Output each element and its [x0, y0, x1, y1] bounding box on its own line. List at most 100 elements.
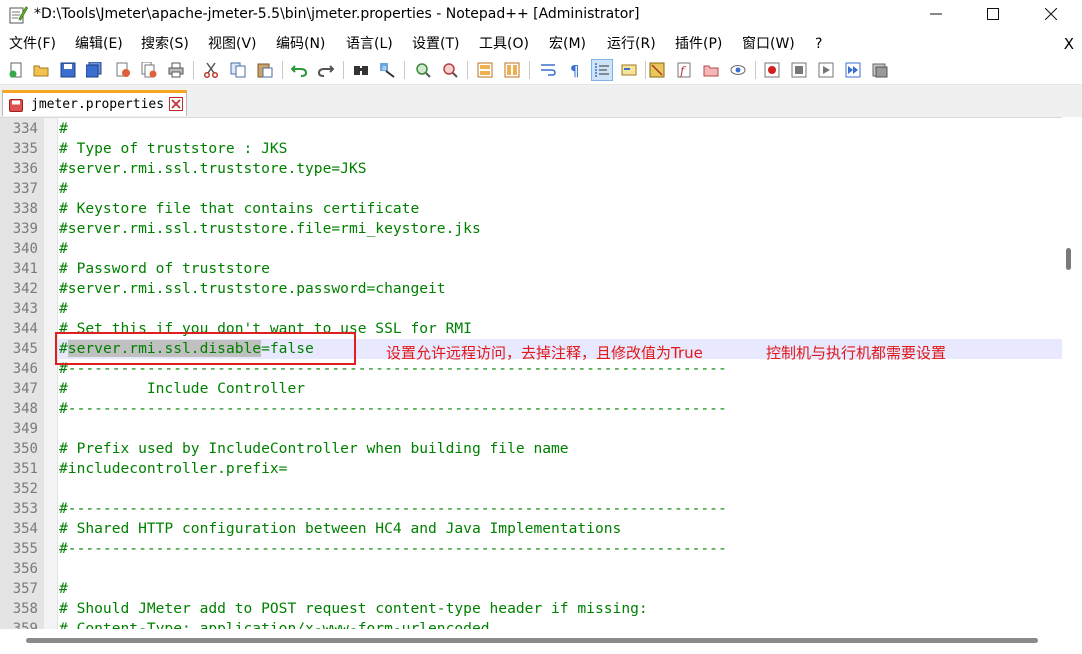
- minimize-button[interactable]: [907, 0, 965, 28]
- menu-edit[interactable]: 编辑(E): [75, 35, 123, 53]
- code-line: 342 #server.rmi.ssl.truststore.password=c…: [0, 279, 1062, 299]
- menu-run[interactable]: 运行(R): [607, 35, 656, 53]
- line-number: 347: [12, 381, 38, 397]
- code-line: 348 #------------------------------------…: [0, 399, 1062, 419]
- user-language-icon[interactable]: [619, 60, 639, 80]
- vertical-scroll-thumb[interactable]: [1066, 248, 1071, 270]
- code-text: #: [59, 180, 68, 197]
- line-number: 341: [12, 261, 38, 277]
- annotation-text: 设置允许远程访问，去掉注释，且修改值为True: [386, 344, 703, 362]
- menu-plugins[interactable]: 插件(P): [675, 35, 722, 53]
- zoom-out-icon[interactable]: [440, 60, 460, 80]
- close-icon[interactable]: [113, 60, 133, 80]
- code-line: 341 # Password of truststore: [0, 259, 1062, 279]
- menu-window[interactable]: 窗口(W): [742, 35, 795, 53]
- horizontal-scroll-thumb[interactable]: [26, 638, 1038, 643]
- code-line: 357 #: [0, 579, 1062, 599]
- sync-horizontal-icon[interactable]: [502, 60, 522, 80]
- code-text: #: [59, 120, 68, 137]
- tab-jmeter-properties[interactable]: jmeter.properties: [2, 90, 187, 116]
- line-number: 351: [12, 461, 38, 477]
- save-icon[interactable]: [58, 60, 78, 80]
- menu-view[interactable]: 视图(V): [208, 35, 257, 53]
- line-number: 334: [12, 121, 38, 137]
- code-line: 335 # Type of truststore : JKS: [0, 139, 1062, 159]
- code-line: 353 #------------------------------------…: [0, 499, 1062, 519]
- zoom-in-icon[interactable]: [413, 60, 433, 80]
- copy-icon[interactable]: [228, 60, 248, 80]
- code-text: #server.rmi.ssl.truststore.type=JKS: [59, 160, 367, 177]
- line-number: 340: [12, 241, 38, 257]
- monitoring-icon[interactable]: [728, 60, 748, 80]
- code-text: #---------------------------------------…: [59, 540, 727, 557]
- print-icon[interactable]: [166, 60, 186, 80]
- maximize-button[interactable]: [964, 0, 1022, 28]
- close-document-button[interactable]: X: [1064, 35, 1074, 53]
- line-number: 353: [12, 501, 38, 517]
- undo-icon[interactable]: [289, 60, 309, 80]
- stop-macro-icon[interactable]: [789, 60, 809, 80]
- show-all-chars-icon[interactable]: ¶: [565, 60, 585, 80]
- code-line: 347 # Include Controller: [0, 379, 1062, 399]
- line-number: 349: [12, 421, 38, 437]
- code-line: 350 # Prefix used by IncludeController wh…: [0, 439, 1062, 459]
- play-macro-icon[interactable]: [816, 60, 836, 80]
- line-number: 345: [12, 341, 38, 357]
- new-file-icon[interactable]: [6, 60, 26, 80]
- code-line: 340 #: [0, 239, 1062, 259]
- code-line: 355 #------------------------------------…: [0, 539, 1062, 559]
- menu-file[interactable]: 文件(F): [9, 35, 56, 53]
- menu-encoding[interactable]: 编码(N): [276, 35, 325, 53]
- code-line: 349: [0, 419, 1062, 439]
- indent-guide-icon[interactable]: [591, 59, 613, 81]
- window-title: *D:\Tools\Jmeter\apache-jmeter-5.5\bin\j…: [34, 6, 640, 22]
- line-number: 336: [12, 161, 38, 177]
- close-all-icon[interactable]: [139, 60, 159, 80]
- redo-icon[interactable]: [316, 60, 336, 80]
- code-line: 337 #: [0, 179, 1062, 199]
- code-text: #server.rmi.ssl.truststore.file=rmi_keys…: [59, 220, 481, 237]
- code-text: # Shared HTTP configuration between HC4 …: [59, 520, 622, 537]
- sync-vertical-icon[interactable]: [475, 60, 495, 80]
- tab-label: jmeter.properties: [31, 97, 165, 112]
- save-macro-icon[interactable]: [870, 60, 890, 80]
- vertical-scrollbar[interactable]: [1062, 117, 1082, 629]
- code-line: 338 # Keystore file that contains certifi…: [0, 199, 1062, 219]
- menu-language[interactable]: 语言(L): [346, 35, 393, 53]
- cut-icon[interactable]: [201, 60, 221, 80]
- code-text: #: [59, 300, 68, 317]
- svg-text:a: a: [382, 64, 386, 72]
- code-line: 356: [0, 559, 1062, 579]
- word-wrap-icon[interactable]: [538, 60, 558, 80]
- replace-icon[interactable]: a: [377, 60, 397, 80]
- close-icon: [1045, 8, 1057, 20]
- toolbar-separator: [282, 61, 283, 79]
- find-icon[interactable]: [351, 60, 371, 80]
- line-number: 350: [12, 441, 38, 457]
- function-list-icon[interactable]: f: [674, 60, 694, 80]
- line-number: 339: [12, 221, 38, 237]
- tab-bar: jmeter.properties: [0, 85, 1082, 117]
- line-number: 337: [12, 181, 38, 197]
- close-tab-icon[interactable]: [169, 97, 183, 111]
- folder-workspace-icon[interactable]: [701, 60, 721, 80]
- menu-help[interactable]: ?: [815, 35, 822, 53]
- record-macro-icon[interactable]: [762, 60, 782, 80]
- save-all-icon[interactable]: [84, 60, 104, 80]
- menu-settings[interactable]: 设置(T): [412, 35, 459, 53]
- menu-bar: 文件(F) 编辑(E) 搜索(S) 视图(V) 编码(N) 语言(L) 设置(T…: [0, 30, 1082, 56]
- open-file-icon[interactable]: [31, 60, 51, 80]
- menu-macro[interactable]: 宏(M): [549, 35, 586, 53]
- doc-map-icon[interactable]: [647, 60, 667, 80]
- run-macro-multiple-icon[interactable]: [843, 60, 863, 80]
- paste-icon[interactable]: [255, 60, 275, 80]
- close-window-button[interactable]: [1022, 0, 1080, 28]
- line-number: 352: [12, 481, 38, 497]
- editor[interactable]: 334 # 335 # Type of truststore : JKS 336 #s…: [0, 117, 1062, 630]
- toolbar-separator: [645, 61, 646, 79]
- line-number: 358: [12, 601, 38, 617]
- menu-search[interactable]: 搜索(S): [141, 35, 189, 53]
- toolbar-separator: [404, 61, 405, 79]
- menu-tools[interactable]: 工具(O): [479, 35, 529, 53]
- line-number: 354: [12, 521, 38, 537]
